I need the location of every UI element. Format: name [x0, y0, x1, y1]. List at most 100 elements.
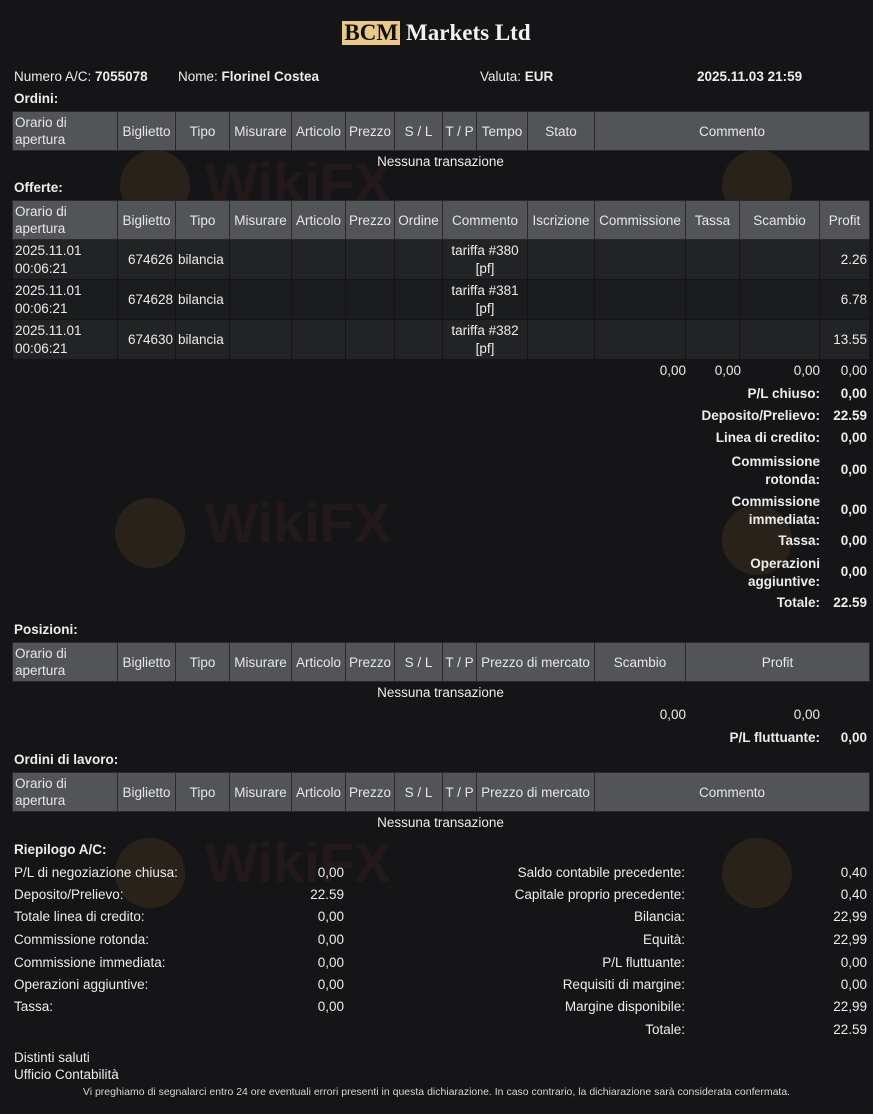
col-header: Prezzo	[345, 642, 395, 682]
col-header: S / L	[394, 642, 443, 682]
orders-empty-message: Nessuna transazione	[377, 154, 504, 169]
table-row: 2025.11.01 00:06:21 674628 bilancia tari…	[12, 279, 870, 320]
col-header: Biglietto	[117, 772, 176, 812]
summary-left-label: P/L di negoziazione chiusa:	[14, 865, 178, 880]
deal-ticket: 674628	[117, 279, 176, 320]
col-header: Articolo	[291, 200, 346, 240]
deal-profit: 2.26	[819, 239, 870, 280]
col-header: Prezzo	[345, 111, 395, 151]
deal-ticket: 674630	[117, 319, 176, 360]
currency-label: Valuta:	[480, 69, 522, 84]
deal-time: 2025.11.01 00:06:21	[12, 319, 118, 360]
col-header: Misurare	[229, 772, 292, 812]
col-header: Misurare	[229, 111, 292, 151]
section-title-working-orders: Ordini di lavoro:	[14, 752, 119, 767]
summary-left-value: 0,00	[317, 999, 344, 1014]
summary-label: Linea di credito:	[715, 430, 820, 445]
summary-value: 0,00	[840, 533, 867, 548]
account-info: Numero A/C: 7055078	[14, 69, 148, 84]
summary-left-label: Totale linea di credito:	[14, 909, 145, 924]
name-label: Nome:	[178, 69, 218, 84]
summary-value: 0,00	[840, 502, 867, 517]
working-orders-header-row: Orario di apertura Biglietto Tipo Misura…	[12, 772, 870, 812]
col-header: Tipo	[175, 111, 230, 151]
summary-right-label: Capitale proprio precedente:	[514, 887, 685, 902]
col-header: Prezzo di mercato	[476, 642, 595, 682]
floating-pl-label: P/L fluttuante:	[729, 730, 821, 745]
col-header: Biglietto	[117, 642, 176, 682]
col-header: Stato	[527, 111, 595, 151]
summary-right-value: 0,00	[840, 977, 867, 992]
closing-greeting: Distinti saluti	[14, 1050, 90, 1065]
positions-header-row: Orario di apertura Biglietto Tipo Misura…	[12, 642, 870, 682]
summary-value: 0,00	[840, 430, 867, 445]
col-header: Articolo	[291, 111, 346, 151]
summary-label: Tassa:	[778, 533, 820, 548]
deal-comment: tariffa #381 [pf]	[442, 279, 528, 320]
summary-label: Commissione rotonda:	[731, 454, 820, 487]
summary-right-label: Totale:	[645, 1022, 685, 1037]
summary-right-value: 22.59	[833, 1022, 867, 1037]
summary-right-label: P/L fluttuante:	[602, 955, 685, 970]
col-header: Biglietto	[117, 111, 176, 151]
deal-type: bilancia	[175, 239, 230, 280]
summary-right-value: 0,40	[840, 865, 867, 880]
currency-value: EUR	[524, 69, 554, 84]
col-header: Commissione	[594, 200, 686, 240]
summary-right-value: 22,99	[833, 932, 867, 947]
summary-left-value: 0,00	[317, 865, 344, 880]
summary-right-value: 0,00	[840, 955, 867, 970]
summary-right-label: Bilancia:	[633, 909, 685, 924]
positions-empty-message: Nessuna transazione	[377, 685, 504, 700]
orders-table: Orario di apertura Biglietto Tipo Misura…	[12, 111, 870, 151]
col-header: S / L	[394, 111, 443, 151]
col-header: Commento	[594, 111, 870, 151]
deals-total-swap: 0,00	[793, 363, 820, 378]
deals-total-tax: 0,00	[714, 363, 741, 378]
watermark-text: WikiFX	[205, 831, 392, 894]
disclaimer: Vi preghiamo di segnalarci entro 24 ore …	[82, 1086, 791, 1098]
name-info: Nome: Florinel Costea	[178, 69, 319, 84]
summary-left-value: 0,00	[317, 932, 344, 947]
summary-value: 0,00	[840, 386, 867, 401]
col-header: T / P	[442, 111, 477, 151]
col-header: T / P	[442, 642, 477, 682]
col-header: Prezzo	[345, 772, 395, 812]
col-header: Orario di apertura	[12, 772, 118, 812]
company-name: Markets Ltd	[406, 20, 531, 45]
bcm-logo: BCM	[342, 20, 401, 45]
orders-header-row: Orario di apertura Biglietto Tipo Misura…	[12, 111, 870, 151]
deals-header-row: Orario di apertura Biglietto Tipo Misura…	[12, 200, 870, 240]
summary-value: 22.59	[833, 595, 867, 610]
summary-right-value: 22,99	[833, 909, 867, 924]
summary-value: 0,00	[840, 564, 867, 579]
statement-title: BCM Markets Ltd	[0, 20, 873, 46]
positions-total-profit: 0,00	[793, 707, 820, 722]
deal-time: 2025.11.01 00:06:21	[12, 279, 118, 320]
deal-profit: 13.55	[819, 319, 870, 360]
deals-total-profit: 0,00	[840, 363, 867, 378]
summary-label: Commissione immediata:	[731, 494, 820, 527]
summary-left-label: Operazioni aggiuntive:	[14, 977, 149, 992]
col-header: Misurare	[229, 200, 292, 240]
deals-table: Orario di apertura Biglietto Tipo Misura…	[12, 200, 870, 360]
col-header: Tempo	[476, 111, 528, 151]
account-label: Numero A/C:	[14, 69, 92, 84]
positions-table: Orario di apertura Biglietto Tipo Misura…	[12, 642, 870, 682]
col-header: Ordine	[394, 200, 443, 240]
col-header: Tipo	[175, 772, 230, 812]
summary-left-label: Tassa:	[14, 999, 54, 1014]
summary-right-label: Margine disponibile:	[564, 999, 685, 1014]
col-header: Iscrizione	[527, 200, 595, 240]
deal-comment: tariffa #382 [pf]	[442, 319, 528, 360]
col-header: Prezzo di mercato	[476, 772, 595, 812]
watermark-logo-icon	[722, 838, 792, 908]
watermark-logo-icon	[115, 498, 185, 568]
summary-right-value: 22,99	[833, 999, 867, 1014]
account-number: 7055078	[95, 69, 148, 84]
summary-right-value: 0,40	[840, 887, 867, 902]
col-header: Articolo	[291, 772, 346, 812]
summary-label: Totale:	[776, 595, 820, 610]
floating-pl-value: 0,00	[840, 730, 867, 745]
summary-left-label: Commissione rotonda:	[14, 932, 150, 947]
